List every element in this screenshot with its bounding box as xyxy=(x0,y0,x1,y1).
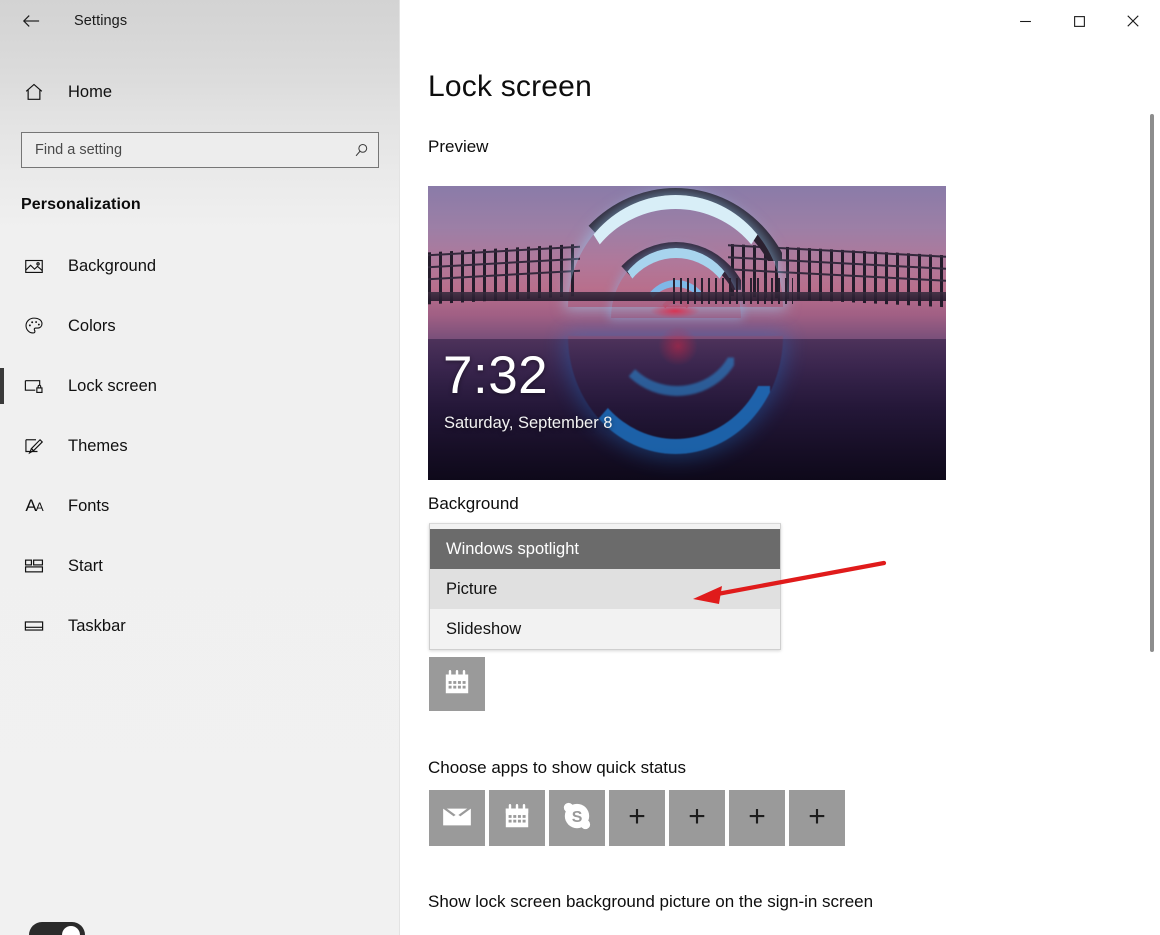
sidebar-item-label: Lock screen xyxy=(68,376,157,395)
background-selected-app-tile[interactable] xyxy=(429,657,485,711)
preview-clock-date: Saturday, September 8 xyxy=(444,414,613,432)
minimize-button[interactable] xyxy=(998,0,1052,42)
sidebar: Home Personalization xyxy=(0,0,400,935)
vertical-scrollbar[interactable] xyxy=(1144,42,1160,935)
dropdown-option-slideshow[interactable]: Slideshow xyxy=(430,609,780,649)
sidebar-item-fonts[interactable]: AA Fonts xyxy=(0,486,400,526)
quick-status-tile-row: S + + + + xyxy=(429,790,845,846)
signin-background-toggle[interactable] xyxy=(29,922,85,935)
main-content: Lock screen Preview 7:32 Saturday, Septe… xyxy=(401,0,1160,935)
window-controls xyxy=(998,0,1160,42)
dropdown-option-windows-spotlight[interactable]: Windows spotlight xyxy=(430,529,780,569)
palette-icon xyxy=(14,315,54,337)
sidebar-item-lock-screen[interactable]: Lock screen xyxy=(0,366,400,406)
quick-status-tile-add-4[interactable]: + xyxy=(789,790,845,846)
sidebar-home-label: Home xyxy=(68,82,113,101)
page-title: Lock screen xyxy=(428,70,592,103)
sidebar-item-home[interactable]: Home xyxy=(0,73,400,111)
quick-status-tile-calendar[interactable] xyxy=(489,790,545,846)
quick-status-tile-skype[interactable]: S xyxy=(549,790,605,846)
lock-screen-preview[interactable]: 7:32 Saturday, September 8 xyxy=(428,186,946,480)
plus-icon: + xyxy=(808,799,826,833)
sidebar-item-taskbar[interactable]: Taskbar xyxy=(0,606,400,646)
quick-status-tile-add-3[interactable]: + xyxy=(729,790,785,846)
signin-setting-label: Show lock screen background picture on t… xyxy=(428,892,874,911)
sidebar-nav: Background Colors Lock screen Themes AA … xyxy=(0,246,400,666)
sidebar-item-themes[interactable]: Themes xyxy=(0,426,400,466)
sidebar-item-label: Start xyxy=(68,556,103,575)
sidebar-item-label: Colors xyxy=(68,316,116,335)
calendar-icon xyxy=(443,668,471,701)
back-button[interactable] xyxy=(8,5,54,37)
brush-icon xyxy=(14,435,54,457)
search-box[interactable] xyxy=(21,132,379,168)
quick-status-tile-add-2[interactable]: + xyxy=(669,790,725,846)
skype-icon: S xyxy=(562,801,592,836)
sidebar-item-colors[interactable]: Colors xyxy=(0,306,400,346)
calendar-icon xyxy=(503,802,531,835)
sidebar-item-label: Taskbar xyxy=(68,616,126,635)
dropdown-option-picture[interactable]: Picture xyxy=(430,569,780,609)
start-tiles-icon xyxy=(14,555,54,577)
quick-status-label: Choose apps to show quick status xyxy=(428,758,686,777)
preview-quay xyxy=(428,292,946,301)
toggle-knob xyxy=(62,926,80,935)
quick-status-tile-add-1[interactable]: + xyxy=(609,790,665,846)
plus-icon: + xyxy=(628,799,646,833)
lock-screen-icon xyxy=(14,375,54,397)
preview-red-glow xyxy=(650,304,700,318)
sidebar-item-background[interactable]: Background xyxy=(0,246,400,286)
preview-clock-time: 7:32 xyxy=(443,346,549,405)
search-input[interactable] xyxy=(22,133,344,167)
svg-text:S: S xyxy=(572,809,583,826)
settings-window: Home Personalization xyxy=(0,0,1160,935)
sidebar-item-label: Themes xyxy=(68,436,128,455)
background-section-label: Background xyxy=(428,494,519,513)
home-icon xyxy=(14,81,54,103)
plus-icon: + xyxy=(748,799,766,833)
background-dropdown-list[interactable]: Windows spotlight Picture Slideshow xyxy=(429,523,781,650)
sidebar-item-label: Background xyxy=(68,256,157,275)
taskbar-icon xyxy=(14,615,54,637)
mail-icon xyxy=(442,804,472,833)
sidebar-item-label: Fonts xyxy=(68,496,110,515)
picture-icon xyxy=(14,255,54,277)
preview-section-label: Preview xyxy=(428,137,489,156)
maximize-button[interactable] xyxy=(1052,0,1106,42)
app-title: Settings xyxy=(74,13,128,29)
plus-icon: + xyxy=(688,799,706,833)
scrollbar-thumb[interactable] xyxy=(1150,114,1154,652)
close-button[interactable] xyxy=(1106,0,1160,42)
preview-red-glow-reflection xyxy=(658,326,698,366)
quick-status-tile-mail[interactable] xyxy=(429,790,485,846)
search-icon[interactable] xyxy=(344,142,378,159)
fonts-icon: AA xyxy=(25,496,43,515)
sidebar-section-header: Personalization xyxy=(21,196,141,213)
sidebar-item-start[interactable]: Start xyxy=(0,546,400,586)
